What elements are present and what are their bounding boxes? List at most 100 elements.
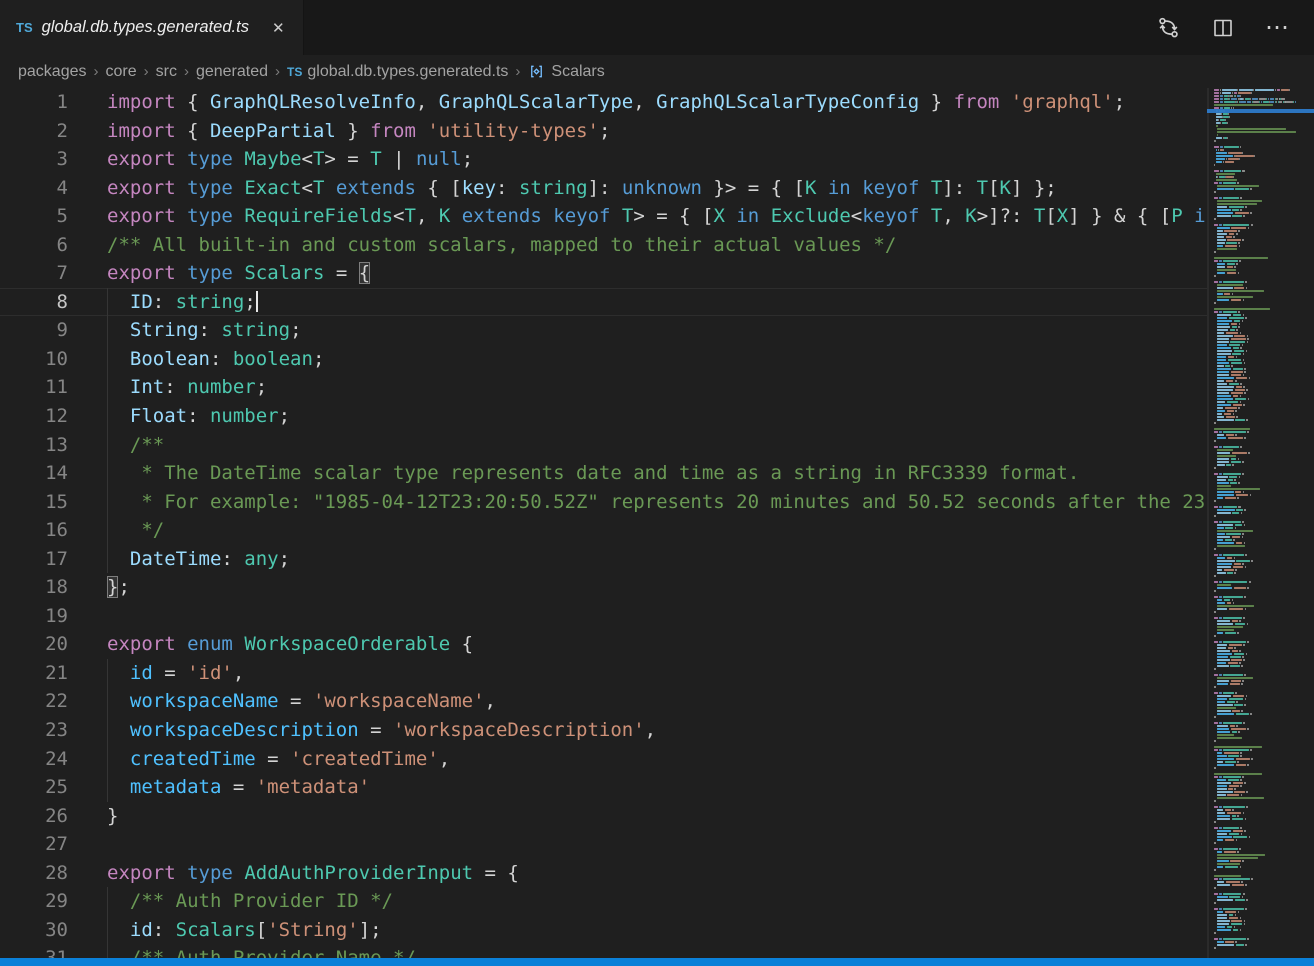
breadcrumb-item-symbol-scalars[interactable]: Scalars <box>527 62 604 81</box>
open-changes-button[interactable] <box>1156 15 1181 40</box>
line-content: id: Scalars['String']; <box>68 916 382 945</box>
line-number[interactable]: 26 <box>0 802 68 831</box>
line-number[interactable]: 18 <box>0 573 68 602</box>
breadcrumb-item-file[interactable]: TS global.db.types.generated.ts <box>287 63 508 81</box>
line-number[interactable]: 27 <box>0 830 68 859</box>
code-line[interactable]: 6/** All built-in and custom scalars, ma… <box>0 231 1207 260</box>
code-line[interactable]: 8 ID: string; <box>0 288 1207 317</box>
code-line[interactable]: 7export type Scalars = { <box>0 259 1207 288</box>
line-number[interactable]: 5 <box>0 202 68 231</box>
line-content: ID: string; <box>68 288 258 317</box>
line-content: export type Exact<T extends { [key: stri… <box>68 174 1057 203</box>
line-number[interactable]: 13 <box>0 431 68 460</box>
code-line[interactable]: 16 */ <box>0 516 1207 545</box>
line-content: DateTime: any; <box>68 545 290 574</box>
line-number[interactable]: 28 <box>0 859 68 888</box>
line-number[interactable]: 17 <box>0 545 68 574</box>
breadcrumb-item-src[interactable]: src <box>156 63 177 81</box>
tab-active-file[interactable]: TS global.db.types.generated.ts ✕ <box>0 0 304 55</box>
line-number[interactable]: 12 <box>0 402 68 431</box>
line-content: */ <box>68 516 164 545</box>
more-actions-button[interactable]: ⋯ <box>1265 23 1290 33</box>
code-line[interactable]: 3export type Maybe<T> = T | null; <box>0 145 1207 174</box>
line-content: * The DateTime scalar type represents da… <box>68 459 1079 488</box>
code-line[interactable]: 10 Boolean: boolean; <box>0 345 1207 374</box>
code-line[interactable]: 21 id = 'id', <box>0 659 1207 688</box>
line-number[interactable]: 15 <box>0 488 68 517</box>
line-number[interactable]: 14 <box>0 459 68 488</box>
line-number[interactable]: 23 <box>0 716 68 745</box>
minimap[interactable] <box>1207 88 1314 958</box>
line-content: createdTime = 'createdTime', <box>68 745 450 774</box>
line-content: Boolean: boolean; <box>68 345 324 374</box>
code-line[interactable]: 17 DateTime: any; <box>0 545 1207 574</box>
status-bar[interactable] <box>0 958 1314 966</box>
line-number[interactable]: 19 <box>0 602 68 631</box>
code-line[interactable]: 26} <box>0 802 1207 831</box>
line-number[interactable]: 31 <box>0 944 68 958</box>
line-number[interactable]: 8 <box>0 288 68 317</box>
line-number[interactable]: 6 <box>0 231 68 260</box>
line-content: workspaceName = 'workspaceName', <box>68 687 496 716</box>
line-content: export enum WorkspaceOrderable { <box>68 630 473 659</box>
line-content <box>68 830 107 859</box>
code-line[interactable]: 20export enum WorkspaceOrderable { <box>0 630 1207 659</box>
breadcrumb-item-packages[interactable]: packages <box>18 63 87 81</box>
line-number[interactable]: 7 <box>0 259 68 288</box>
split-editor-button[interactable] <box>1211 16 1235 40</box>
line-content: /** Auth Provider ID */ <box>68 887 393 916</box>
line-number[interactable]: 4 <box>0 174 68 203</box>
code-line[interactable]: 25 metadata = 'metadata' <box>0 773 1207 802</box>
editor-actions: ⋯ <box>1156 0 1314 55</box>
code-line[interactable]: 31 /** Auth Provider Name */ <box>0 944 1207 958</box>
line-content: export type Scalars = { <box>68 259 370 288</box>
code-area[interactable]: 1import { GraphQLResolveInfo, GraphQLSca… <box>0 88 1207 958</box>
code-line[interactable]: 27 <box>0 830 1207 859</box>
code-line[interactable]: 29 /** Auth Provider ID */ <box>0 887 1207 916</box>
code-line[interactable]: 13 /** <box>0 431 1207 460</box>
line-content: }; <box>68 573 130 602</box>
line-number[interactable]: 16 <box>0 516 68 545</box>
line-content: export type RequireFields<T, K extends k… <box>68 202 1206 231</box>
line-number[interactable]: 3 <box>0 145 68 174</box>
line-content <box>68 602 107 631</box>
code-line[interactable]: 1import { GraphQLResolveInfo, GraphQLSca… <box>0 88 1207 117</box>
tab-close-icon[interactable]: ✕ <box>268 17 289 39</box>
line-number[interactable]: 20 <box>0 630 68 659</box>
tab-bar: TS global.db.types.generated.ts ✕ ⋯ <box>0 0 1314 55</box>
code-line[interactable]: 2import { DeepPartial } from 'utility-ty… <box>0 117 1207 146</box>
breadcrumb-item-core[interactable]: core <box>106 63 137 81</box>
code-line[interactable]: 15 * For example: "1985-04-12T23:20:50.5… <box>0 488 1207 517</box>
line-number[interactable]: 2 <box>0 117 68 146</box>
line-number[interactable]: 24 <box>0 745 68 774</box>
code-line[interactable]: 23 workspaceDescription = 'workspaceDesc… <box>0 716 1207 745</box>
breadcrumb-separator: › <box>144 63 149 80</box>
line-number[interactable]: 25 <box>0 773 68 802</box>
code-line[interactable]: 5export type RequireFields<T, K extends … <box>0 202 1207 231</box>
code-line[interactable]: 18}; <box>0 573 1207 602</box>
code-line[interactable]: 11 Int: number; <box>0 373 1207 402</box>
line-content: import { DeepPartial } from 'utility-typ… <box>68 117 610 146</box>
code-line[interactable]: 28export type AddAuthProviderInput = { <box>0 859 1207 888</box>
line-number[interactable]: 9 <box>0 316 68 345</box>
code-line[interactable]: 30 id: Scalars['String']; <box>0 916 1207 945</box>
code-line[interactable]: 19 <box>0 602 1207 631</box>
line-number[interactable]: 1 <box>0 88 68 117</box>
line-number[interactable]: 22 <box>0 687 68 716</box>
line-number[interactable]: 29 <box>0 887 68 916</box>
line-content: export type Maybe<T> = T | null; <box>68 145 473 174</box>
line-number[interactable]: 30 <box>0 916 68 945</box>
code-line[interactable]: 4export type Exact<T extends { [key: str… <box>0 174 1207 203</box>
line-number[interactable]: 11 <box>0 373 68 402</box>
code-line[interactable]: 9 String: string; <box>0 316 1207 345</box>
code-line[interactable]: 22 workspaceName = 'workspaceName', <box>0 687 1207 716</box>
minimap-line <box>1214 950 1311 953</box>
line-content: Int: number; <box>68 373 267 402</box>
line-number[interactable]: 21 <box>0 659 68 688</box>
code-line[interactable]: 24 createdTime = 'createdTime', <box>0 745 1207 774</box>
code-line[interactable]: 12 Float: number; <box>0 402 1207 431</box>
line-number[interactable]: 10 <box>0 345 68 374</box>
line-content: * For example: "1985-04-12T23:20:50.52Z"… <box>68 488 1205 517</box>
code-line[interactable]: 14 * The DateTime scalar type represents… <box>0 459 1207 488</box>
breadcrumb-item-generated[interactable]: generated <box>196 63 268 81</box>
